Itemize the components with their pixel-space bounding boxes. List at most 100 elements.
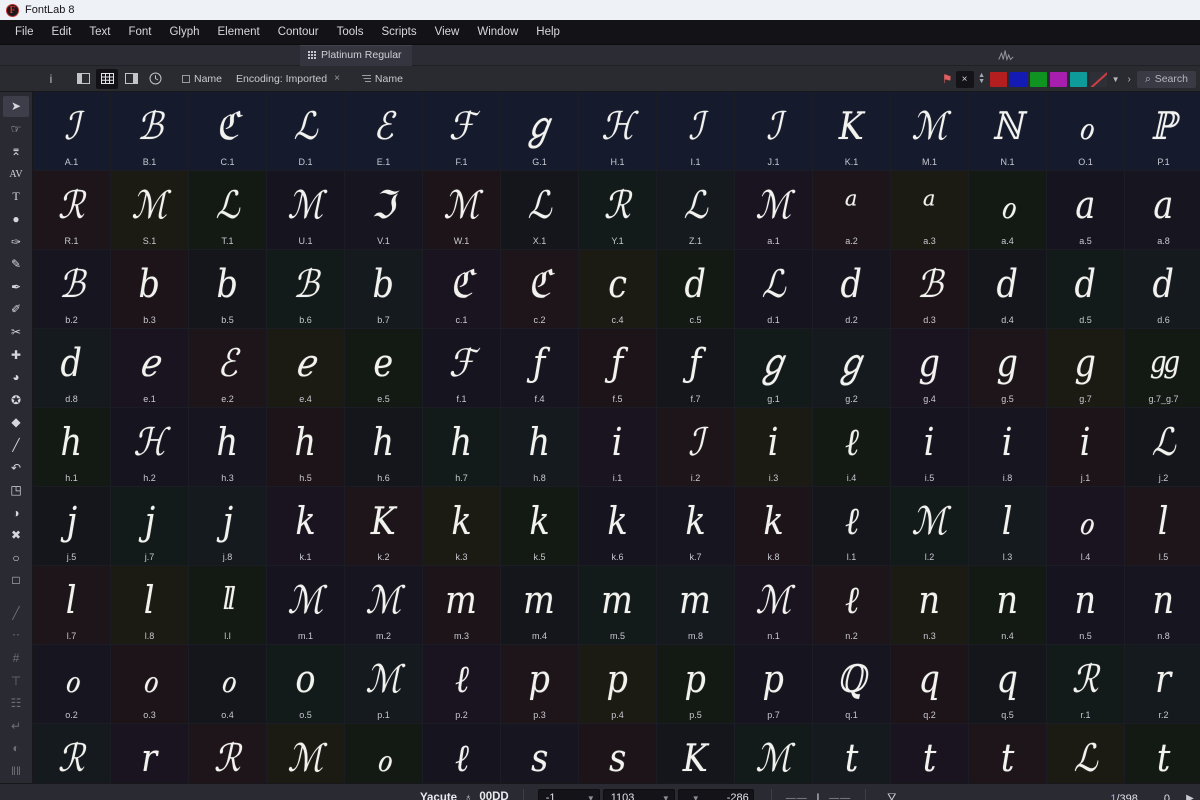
glyph-cell[interactable]: ℓp.2 [423,645,501,724]
glyph-cell[interactable]: ℐI.1 [657,92,735,171]
glyph-cell[interactable]: ℱf.1 [423,329,501,408]
guides-tool-icon[interactable]: ⋅⋅ [3,625,29,646]
glyph-cell[interactable]: Kk.2 [345,487,423,566]
glyph-cell[interactable]: s [579,724,657,783]
glyph-cell[interactable]: dd.5 [1047,250,1125,329]
paint-bucket-tool-icon[interactable]: ◕ [3,367,29,388]
glyph-cell[interactable]: ℴO.1 [1047,92,1125,171]
ellipse-brush-tool-icon[interactable]: ● [3,209,29,230]
glyph-cell[interactable]: ℳn.1 [735,566,813,645]
menu-view[interactable]: View [426,23,469,41]
glyph-cell[interactable]: ℓl.1 [813,487,891,566]
glyph-cell[interactable]: qq.2 [891,645,969,724]
glyph-cell[interactable]: ℴl.4 [1047,487,1125,566]
glyph-cell[interactable]: ƒf.7 [657,329,735,408]
glyph-cell[interactable]: ℒ [1047,724,1125,783]
glyph-cell[interactable]: ℬb.2 [33,250,111,329]
glyph-cell[interactable]: ℳM.1 [891,92,969,171]
glyph-cell[interactable]: dd.2 [813,250,891,329]
glyph-cell[interactable]: ℬb.6 [267,250,345,329]
glyph-cell[interactable]: ii.1 [579,408,657,487]
glyph-cell[interactable]: s [501,724,579,783]
glyph-cell[interactable]: ll.7 [33,566,111,645]
glyph-cell[interactable]: cc.4 [579,250,657,329]
menu-window[interactable]: Window [468,23,527,41]
swatch-none[interactable] [1090,72,1107,87]
tab-platinum-regular[interactable]: Platinum Regular [300,45,412,66]
glyph-cell[interactable]: hh.3 [189,408,267,487]
glyph-cell[interactable]: ℴo.4 [189,645,267,724]
glyph-cell[interactable]: hh.1 [33,408,111,487]
glyph-cell[interactable]: ll.8 [111,566,189,645]
glyph-cell[interactable]: ll.3 [969,487,1047,566]
glyph-cell[interactable]: ℛr.1 [1047,645,1125,724]
glyph-cell[interactable]: ℱF.1 [423,92,501,171]
glyph-cell[interactable]: ℐJ.1 [735,92,813,171]
glyph-cell[interactable]: mm.4 [501,566,579,645]
glyph-cell[interactable]: kk.1 [267,487,345,566]
glyph-cell[interactable]: ℛ [189,724,267,783]
glyph-cell[interactable]: ggg.7_g.7 [1125,329,1200,408]
menu-font[interactable]: Font [119,23,160,41]
glyph-cell[interactable]: kk.7 [657,487,735,566]
glyph-cell[interactable]: ℳW.1 [423,171,501,250]
menu-file[interactable]: File [6,23,43,41]
kerning-tool-icon[interactable]: AV [3,164,29,185]
glyph-grid-panel[interactable]: ℐA.1ℬB.1ℭC.1ℒD.1ℰE.1ℱF.1ℊG.1ℋH.1ℐI.1ℐJ.1… [33,92,1200,783]
glyph-cell[interactable]: ℳ [735,724,813,783]
menu-text[interactable]: Text [80,23,119,41]
glyph-cell[interactable]: ℳS.1 [111,171,189,250]
menu-edit[interactable]: Edit [43,23,81,41]
glyph-cell[interactable]: bb.3 [111,250,189,329]
glyph-cell[interactable]: ℙP.1 [1125,92,1200,171]
glyph-cell[interactable]: kk.3 [423,487,501,566]
anchors-tool-icon[interactable]: ↵ [3,715,29,736]
flag-icon[interactable]: ⚑ [942,72,953,86]
glyph-info-button[interactable]: i [40,69,62,89]
glyph-cell[interactable]: ℓn.2 [813,566,891,645]
glyph-cell[interactable]: ℊg.2 [813,329,891,408]
menu-help[interactable]: Help [527,23,569,41]
swatch-magenta[interactable] [1050,72,1067,87]
grid-tool-icon[interactable]: # [3,648,29,669]
baseline-tool-icon[interactable]: ⊤ [3,670,29,691]
brush-tool-icon[interactable]: ✒ [3,277,29,298]
glyph-cell[interactable]: lll.l [189,566,267,645]
right-sidebearing-field[interactable]: ▼ -286 [678,789,754,800]
glyph-cell[interactable]: ℰe.2 [189,329,267,408]
glyph-cell[interactable]: ℛ [33,724,111,783]
glyph-mark-icon[interactable]: ♁ [457,792,479,800]
glyph-cell[interactable]: ℭc.1 [423,250,501,329]
glyph-cell[interactable]: gg.4 [891,329,969,408]
menu-tools[interactable]: Tools [328,23,373,41]
glyph-cell[interactable]: kk.5 [501,487,579,566]
measure-tool-icon[interactable]: ╱ [3,603,29,624]
glyph-cell[interactable]: ℒD.1 [267,92,345,171]
glyph-cell[interactable]: rr.2 [1125,645,1200,724]
glyph-cell[interactable]: ℒd.1 [735,250,813,329]
pencil-tool-icon[interactable]: ✐ [3,299,29,320]
metrics-indicator[interactable]: —— ❙ —— [786,793,851,800]
glyph-cell[interactable]: t [891,724,969,783]
glyph-cell[interactable]: ii.5 [891,408,969,487]
quick-select-tool-icon[interactable]: ☞ [3,119,29,140]
glyph-cell[interactable]: ℯe.1 [111,329,189,408]
chevron-down-icon-rsb[interactable]: ▼ [686,794,700,800]
unicode-value[interactable]: 00DD [479,791,508,800]
glyph-cell[interactable]: ℬB.1 [111,92,189,171]
glyph-cell[interactable]: ℴo.2 [33,645,111,724]
knife-tool-icon[interactable]: ✚ [3,344,29,365]
glyph-cell[interactable]: pp.5 [657,645,735,724]
status-end-button[interactable]: ▶ [1180,784,1200,800]
panel-left-button[interactable] [72,69,94,89]
glyph-cell[interactable]: ℒZ.1 [657,171,735,250]
power-brush-tool-icon[interactable]: ✪ [3,390,29,411]
glyph-cell[interactable]: hh.8 [501,408,579,487]
menu-scripts[interactable]: Scripts [372,23,425,41]
glyph-cell[interactable]: pp.3 [501,645,579,724]
glyph-cell[interactable]: ℒX.1 [501,171,579,250]
glyph-cell[interactable]: nn.5 [1047,566,1125,645]
glyph-cell[interactable]: ll.5 [1125,487,1200,566]
glyph-cell[interactable]: t [1125,724,1200,783]
glyph-cell[interactable]: ℑV.1 [345,171,423,250]
